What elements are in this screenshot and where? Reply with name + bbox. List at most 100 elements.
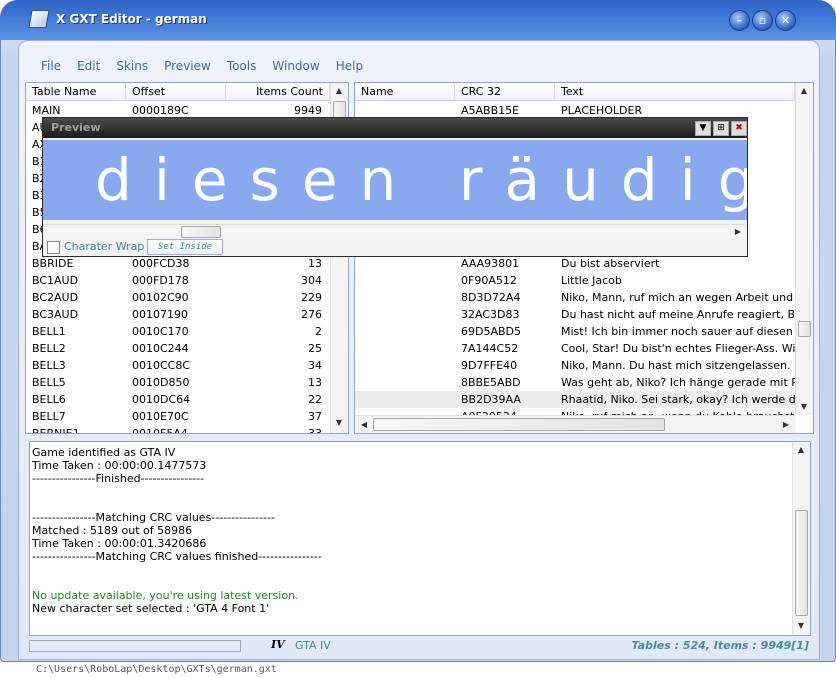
set-inside-button[interactable]: Set Inside [147,239,223,255]
preview-close-button[interactable]: ✖ [731,121,747,136]
preview-hscrollbar[interactable]: ▶ [43,224,745,239]
menu-bar: File Edit Skins Preview Tools Window Hel… [33,59,371,77]
table-cell: 13 [308,376,322,389]
maximize-button[interactable]: ▫ [752,10,773,31]
col-items-count[interactable]: Items Count [226,83,330,101]
menu-edit[interactable]: Edit [69,59,108,77]
list-item[interactable]: 8D3D72A4 Niko, Mann, ruf mich an wegen Ar… [355,289,795,306]
preview-restore-button[interactable]: ⊞ [713,121,729,136]
log-scrollbar[interactable]: ▲ ▼ [792,442,810,634]
table-row[interactable]: BELL7 0010E70C 37 [26,408,330,425]
close-icon: ✕ [780,14,791,27]
list-item[interactable]: 7A144C52 Cool, Star! Du bist'n echtes Fli… [355,340,795,357]
log-line: New character set selected : 'GTA 4 Font… [32,602,270,615]
scroll-left-icon[interactable]: ◀ [357,419,371,431]
scroll-up-icon[interactable]: ▲ [797,85,811,97]
char-wrap-checkbox[interactable] [47,241,60,254]
scroll-right-icon[interactable]: ▶ [779,419,793,431]
list-cell: 32AC3D83 [461,308,520,321]
scroll-up-icon[interactable]: ▲ [794,444,808,456]
items-scroll-thumb[interactable] [798,321,811,337]
col-text[interactable]: Text [555,83,795,101]
list-cell: Niko, Mann. Du hast mich sitzengelassen.… [561,359,795,372]
menu-tools[interactable]: Tools [219,59,265,77]
list-cell: 7A144C52 [461,342,519,355]
items-vscrollbar[interactable]: ▲ ▼ [795,83,813,415]
list-cell: Niko, Mann, ruf mich an wegen Arbeit und… [561,291,795,304]
scroll-right-icon[interactable]: ▶ [731,226,745,238]
table-cell: 22 [308,393,322,406]
table-cell: BC1AUD [32,274,79,287]
preview-scroll-thumb[interactable] [181,226,221,238]
menu-file[interactable]: File [33,59,69,77]
col-offset[interactable]: Offset [126,83,226,101]
list-item[interactable]: 32AC3D83 Du hast nicht auf meine Anrufe r… [355,306,795,323]
table-cell: 00102C90 [132,291,189,304]
window-title: X GXT Editor - german [56,12,207,26]
table-cell: 13 [308,257,322,270]
table-cell: 229 [301,291,322,304]
log-line: Time Taken : 00:00:01.3420686 [32,537,207,550]
log-line: ----------------Finished---------------- [32,472,205,485]
list-item[interactable]: AAA93801 Du bist abserviert [355,255,795,272]
menu-skins[interactable]: Skins [108,59,156,77]
table-cell: 0010E70C [132,410,189,423]
list-item[interactable]: 8BBE5ABD Was geht ab, Niko? Ich hänge ger… [355,374,795,391]
log-scroll-thumb[interactable] [795,510,808,616]
items-hscrollbar[interactable]: ◀ ▶ [355,415,795,433]
scroll-down-icon[interactable]: ▼ [332,417,346,429]
col-table-name[interactable]: Table Name [26,83,126,101]
list-cell: Du bist abserviert [561,257,660,270]
table-row[interactable]: BELL2 0010C244 25 [26,340,330,357]
menu-preview[interactable]: Preview [156,59,219,77]
list-item[interactable]: 9D7FFE40 Niko, Mann. Du hast mich sitzeng… [355,357,795,374]
table-row[interactable]: BELL3 0010CC8C 34 [26,357,330,374]
table-row[interactable]: BERNIE1 0010F5A4 33 [26,425,330,434]
minimize-button[interactable]: – [729,10,750,31]
col-crc32[interactable]: CRC 32 [455,83,555,101]
close-button[interactable]: ✕ [775,10,796,31]
items-hscroll-thumb[interactable] [373,418,665,431]
scroll-down-icon[interactable]: ▼ [797,401,811,413]
log-line: ----------------Matching CRC values-----… [32,511,275,524]
table-cell: 37 [308,410,322,423]
table-cell: 25 [308,342,322,355]
list-item[interactable]: 69D5ABD5 Mist! Ich bin immer noch sauer a… [355,323,795,340]
log-output[interactable]: Game identified as GTA IV Time Taken : 00… [29,441,811,636]
game-label: GTA IV [295,639,331,652]
table-cell: BC2AUD [32,291,79,304]
scroll-up-icon[interactable]: ▲ [332,85,346,97]
title-bar[interactable]: X GXT Editor - german – ▫ ✕ [0,0,836,40]
list-cell: Little Jacob [561,274,622,287]
table-row[interactable]: BELL1 0010C170 2 [26,323,330,340]
main-window: X GXT Editor - german – ▫ ✕ File Edit Sk… [0,0,836,662]
table-row[interactable]: BC1AUD 000FD178 304 [26,272,330,289]
table-row[interactable]: BC2AUD 00102C90 229 [26,289,330,306]
progress-bar [29,640,241,652]
preview-canvas: diesen räudige [43,140,747,220]
table-cell: 0010F5A4 [132,427,188,434]
list-item[interactable]: BB2D39AA Rhaatid, Niko. Sei stark, okay? … [355,391,795,408]
table-row[interactable]: BBRIDE 000FCD38 13 [26,255,330,272]
table-row[interactable]: BC3AUD 00107190 276 [26,306,330,323]
preview-window[interactable]: Preview ▼ ⊞ ✖ diesen räudige ▶ Charater … [42,117,748,257]
preview-dropdown-button[interactable]: ▼ [695,121,711,136]
table-cell: 0010DC64 [132,393,191,406]
menu-window[interactable]: Window [264,59,327,77]
table-cell: BELL1 [32,325,66,338]
close-icon: ✖ [735,123,743,133]
table-row[interactable]: BELL6 0010DC64 22 [26,391,330,408]
scroll-down-icon[interactable]: ▼ [794,620,808,632]
table-row[interactable]: BELL5 0010D850 13 [26,374,330,391]
log-line: Time Taken : 00:00:00.1477573 [32,459,207,472]
list-item[interactable]: 0F90A512 Little Jacob [355,272,795,289]
table-cell: 304 [301,274,322,287]
list-cell: 8D3D72A4 [461,291,521,304]
table-cell: BC3AUD [32,308,79,321]
preview-text: diesen räudige [95,146,747,214]
table-cell: 34 [308,359,322,372]
table-cell: 0010C170 [132,325,189,338]
col-name[interactable]: Name [355,83,455,101]
menu-help[interactable]: Help [328,59,371,77]
preview-title-bar[interactable]: Preview ▼ ⊞ ✖ [43,118,747,138]
